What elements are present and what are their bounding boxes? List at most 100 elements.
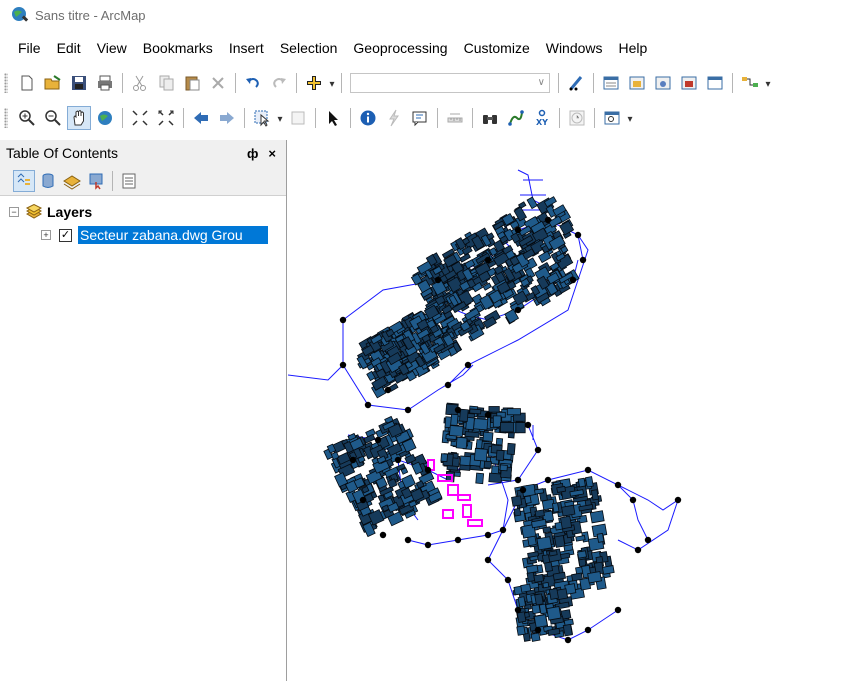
toc-options-button[interactable]	[119, 171, 139, 191]
time-slider-button[interactable]	[566, 107, 588, 129]
fixed-zoom-out-button[interactable]	[155, 107, 177, 129]
map-scale-combo[interactable]: ∨	[350, 73, 550, 93]
add-data-plus-icon	[307, 76, 321, 90]
collapse-toggle[interactable]: −	[9, 207, 19, 217]
search-window-button[interactable]	[652, 72, 674, 94]
menu-windows[interactable]: Windows	[538, 38, 611, 58]
building	[440, 453, 449, 463]
toolbar-separator	[296, 73, 297, 93]
building	[533, 614, 548, 629]
redo-button[interactable]	[268, 72, 290, 94]
menu-insert[interactable]: Insert	[221, 38, 272, 58]
building	[585, 476, 594, 488]
clock-icon	[569, 110, 585, 126]
select-features-button[interactable]	[251, 107, 273, 129]
close-icon[interactable]: ×	[268, 146, 276, 161]
undo-icon	[246, 78, 259, 88]
back-extent-button[interactable]	[190, 107, 212, 129]
html-popup-button[interactable]	[409, 107, 431, 129]
add-data-button[interactable]	[303, 72, 325, 94]
undo-button[interactable]	[242, 72, 264, 94]
fixed-zoom-in-button[interactable]	[129, 107, 151, 129]
toolbar-overflow[interactable]: ▾	[763, 76, 773, 90]
new-document-icon	[21, 75, 33, 91]
new-document-button[interactable]	[16, 72, 38, 94]
toolbar-grip[interactable]	[4, 108, 8, 128]
building	[363, 433, 376, 444]
list-by-selection-button[interactable]	[86, 171, 106, 191]
network-node	[404, 536, 412, 544]
find-button[interactable]	[479, 107, 501, 129]
magnifier-window-button[interactable]	[601, 107, 623, 129]
select-elements-button[interactable]	[322, 107, 344, 129]
menu-customize[interactable]: Customize	[456, 38, 538, 58]
menu-selection[interactable]: Selection	[272, 38, 346, 58]
network-node	[514, 476, 522, 484]
building	[577, 550, 587, 559]
selection-layers-icon	[89, 173, 103, 190]
menu-bookmarks[interactable]: Bookmarks	[135, 38, 221, 58]
full-extent-button[interactable]	[94, 107, 116, 129]
menu-edit[interactable]: Edit	[49, 38, 89, 58]
find-route-button[interactable]	[505, 107, 527, 129]
python-window-button[interactable]	[704, 72, 726, 94]
building-footprints	[323, 196, 615, 642]
svg-text:XY: XY	[536, 118, 548, 127]
measure-button[interactable]	[444, 107, 466, 129]
zoom-out-button[interactable]	[42, 107, 64, 129]
layer-row: + ✓ Secteur zabana.dwg Grou	[0, 225, 286, 245]
identify-button[interactable]	[357, 107, 379, 129]
drawing-order-icon	[17, 172, 30, 185]
open-button[interactable]	[42, 72, 64, 94]
building	[542, 581, 550, 589]
layers-root-row: − Layers	[0, 202, 286, 222]
menu-view[interactable]: View	[89, 38, 135, 58]
menu-file[interactable]: File	[10, 38, 49, 58]
cut-button[interactable]	[129, 72, 151, 94]
zoom-in-button[interactable]	[16, 107, 38, 129]
pan-button[interactable]	[67, 106, 91, 130]
go-to-xy-button[interactable]: XY	[531, 107, 553, 129]
list-by-drawing-order-button[interactable]	[13, 169, 35, 192]
menu-help[interactable]: Help	[611, 38, 656, 58]
forward-extent-button[interactable]	[216, 107, 238, 129]
layer-name-label[interactable]: Secteur zabana.dwg Grou	[78, 226, 268, 244]
toolbar-grip[interactable]	[4, 73, 8, 93]
save-button[interactable]	[68, 72, 90, 94]
paste-button[interactable]	[181, 72, 203, 94]
building	[590, 489, 600, 501]
xy-pin-icon: XY	[536, 109, 548, 127]
clear-selection-button[interactable]	[287, 107, 309, 129]
pin-icon[interactable]: ф	[247, 146, 258, 161]
model-builder-button[interactable]	[739, 72, 761, 94]
layers-root-label[interactable]: Layers	[47, 204, 92, 220]
arctoolbox-button[interactable]	[678, 72, 700, 94]
layer-visibility-checkbox[interactable]: ✓	[59, 228, 72, 242]
editor-toolbar-button[interactable]	[565, 72, 587, 94]
map-drawing[interactable]	[288, 140, 853, 681]
catalog-window-button[interactable]	[626, 72, 648, 94]
toolbar-overflow[interactable]: ▾	[625, 111, 635, 125]
expand-toggle[interactable]: +	[41, 230, 51, 240]
building	[541, 554, 551, 564]
title-bar: Sans titre - ArcMap	[0, 0, 853, 30]
building	[473, 417, 489, 431]
delete-button[interactable]	[207, 72, 229, 94]
menu-geoprocessing[interactable]: Geoprocessing	[345, 38, 455, 58]
add-data-dropdown-arrow[interactable]: ▾	[327, 76, 337, 90]
building	[534, 488, 545, 495]
hyperlink-button[interactable]	[383, 107, 405, 129]
map-view[interactable]	[288, 140, 853, 681]
building	[515, 422, 526, 434]
table-of-contents-button[interactable]	[600, 72, 622, 94]
print-button[interactable]	[94, 72, 116, 94]
select-features-dropdown-arrow[interactable]: ▾	[275, 111, 285, 125]
network-node	[484, 256, 492, 264]
list-by-source-button[interactable]	[38, 171, 58, 191]
list-by-visibility-button[interactable]	[62, 171, 82, 191]
building	[543, 196, 557, 208]
copy-button[interactable]	[155, 72, 177, 94]
arrow-pointer-icon	[329, 111, 338, 126]
network-node	[544, 216, 552, 224]
network-node	[484, 411, 492, 419]
